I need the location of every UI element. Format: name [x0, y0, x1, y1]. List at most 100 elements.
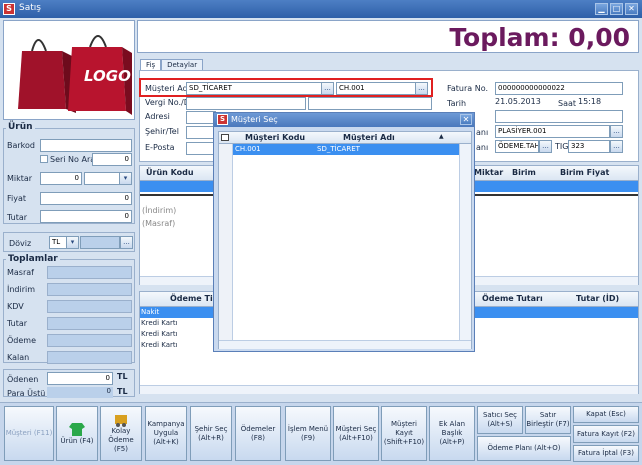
customer-register-button[interactable]: Müşteri Kayıt (Shift+F10): [381, 406, 427, 461]
column-amount-id[interactable]: Tutar (İD): [576, 294, 619, 303]
amount-label: Tutar: [7, 213, 28, 222]
chevron-down-icon[interactable]: ▾: [66, 236, 79, 249]
totals-label: Ödeme: [7, 336, 37, 345]
column-customer-code[interactable]: Müşteri Kodu: [245, 133, 305, 142]
tax-number-input[interactable]: [186, 97, 306, 110]
maximize-icon[interactable]: □: [610, 3, 623, 15]
customer-name-cell: SD_TİCARET: [317, 145, 360, 153]
address-input[interactable]: [186, 111, 216, 124]
easy-payment-button[interactable]: Kolay Ödeme (F5): [100, 406, 142, 461]
salesperson-input[interactable]: PLASİYER.001: [495, 125, 610, 138]
customer-list-header: Müşteri Kodu Müşteri Adı ▲: [219, 132, 471, 144]
merge-lines-button[interactable]: Satır Birleştir (F7): [525, 406, 571, 434]
product-group-title: Ürün: [6, 122, 35, 132]
horizontal-scrollbar[interactable]: [140, 385, 638, 394]
totals-label: Masraf: [7, 268, 34, 277]
paid-label: Ödenen: [7, 375, 39, 384]
vertical-scrollbar[interactable]: [459, 144, 471, 340]
dialog-title-bar: S Müşteri Seç ✕: [214, 113, 474, 127]
customer-list: Müşteri Kodu Müşteri Adı ▲ CH.001 SD_TİC…: [218, 131, 472, 349]
totals-value: [47, 351, 132, 364]
currency-rate-input[interactable]: [80, 236, 120, 249]
tax-office-input[interactable]: [308, 97, 432, 110]
select-all-icon[interactable]: [221, 134, 229, 141]
change-label: Para Üstü: [7, 389, 46, 398]
column-quantity[interactable]: Miktar: [474, 168, 503, 177]
serial-search-checkbox[interactable]: [40, 155, 48, 163]
barcode-input[interactable]: [40, 139, 132, 152]
paid-unit: TL: [117, 372, 128, 381]
dialog-close-icon[interactable]: ✕: [460, 114, 472, 125]
highlight-frame: [139, 78, 433, 97]
email-input[interactable]: [186, 142, 216, 155]
extra-field-button[interactable]: Ek Alan Başlık (Alt+P): [429, 406, 475, 461]
cart-icon: [115, 415, 127, 427]
tig-input[interactable]: 323: [568, 140, 610, 153]
discount-line: (İndirim): [142, 206, 177, 215]
window-title: Satış: [19, 3, 41, 13]
product-button[interactable]: Ürün (F4): [56, 406, 98, 461]
extra-input[interactable]: [495, 110, 623, 123]
payment-plan-label: anı: [476, 143, 489, 152]
tig-label: TIG: [555, 142, 569, 151]
shirt-icon: [69, 423, 85, 436]
amount-input[interactable]: 0: [40, 210, 132, 223]
close-button[interactable]: Kapat (Esc): [573, 406, 639, 423]
column-unit[interactable]: Birim: [512, 168, 536, 177]
cancel-invoice-button[interactable]: Fatura İptal (F3): [573, 445, 639, 462]
tig-lookup-button[interactable]: ...: [610, 140, 623, 153]
column-product-code[interactable]: Ürün Kodu: [146, 168, 194, 177]
price-input[interactable]: 0: [40, 192, 132, 205]
easy-payment-label: Kolay Ödeme (F5): [108, 427, 134, 453]
totals-value: [47, 283, 132, 296]
tab-fis[interactable]: Fiş: [140, 59, 162, 70]
quantity-input[interactable]: 0: [40, 172, 82, 185]
time-label: Saat: [558, 99, 577, 108]
payment-plan-button[interactable]: Ödeme Planı (Alt+O): [477, 436, 571, 461]
save-invoice-button[interactable]: Fatura Kayıt (F2): [573, 425, 639, 443]
total-bar: Toplam: 0,00: [137, 20, 639, 53]
totals-group-title: Toplamlar: [6, 254, 60, 264]
close-icon[interactable]: ✕: [625, 3, 638, 15]
product-button-label: Ürün (F4): [60, 437, 94, 445]
city-select-button[interactable]: Şehir Seç (Alt+R): [190, 406, 232, 461]
salesperson-lookup-button[interactable]: ...: [610, 125, 623, 138]
totals-value: [47, 334, 132, 347]
column-customer-name[interactable]: Müşteri Adı: [343, 133, 395, 142]
column-unit-price[interactable]: Birim Fiyat: [560, 168, 609, 177]
customer-row[interactable]: CH.001 SD_TİCARET: [233, 144, 459, 155]
barcode-label: Barkod: [7, 141, 35, 150]
city-phone-input[interactable]: [186, 126, 216, 139]
tab-detaylar[interactable]: Detaylar: [161, 59, 204, 70]
customer-select-dialog: S Müşteri Seç ✕ Müşteri Kodu Müşteri Adı…: [213, 112, 475, 352]
date-value[interactable]: 21.05.2013: [495, 97, 541, 106]
action-menu-button[interactable]: İşlem Menü (F9): [285, 406, 331, 461]
payment-plan-input[interactable]: ÖDEME.TAH.(: [495, 140, 539, 153]
minimize-icon[interactable]: ▁: [595, 3, 608, 15]
totals-label: Tutar: [7, 319, 28, 328]
customer-button[interactable]: Müşteri (F11): [4, 406, 54, 461]
invoice-number-label: Fatura No.: [447, 84, 488, 93]
email-label: E-Posta: [145, 143, 175, 152]
chevron-down-icon[interactable]: ▾: [119, 172, 132, 185]
paid-input[interactable]: 0: [47, 372, 113, 385]
serial-search-input[interactable]: 0: [92, 153, 132, 166]
invoice-number-input[interactable]: 000000000000022: [495, 82, 623, 95]
column-payment-amount[interactable]: Ödeme Tutarı: [482, 294, 543, 303]
payments-button[interactable]: Ödemeler (F8): [235, 406, 281, 461]
logo-panel: LOGO: [3, 20, 135, 120]
date-label: Tarih: [447, 99, 467, 108]
time-value[interactable]: 15:18: [578, 97, 601, 106]
app-icon: S: [3, 3, 15, 15]
campaign-button[interactable]: Kampanya Uygula (Alt+K): [145, 406, 187, 461]
totals-value: [47, 317, 132, 330]
row-indicator-column: [219, 144, 233, 340]
currency-lookup-button[interactable]: ...: [120, 236, 133, 249]
customer-select-button[interactable]: Müşteri Seç (Alt+F10): [333, 406, 379, 461]
totals-label: İndirim: [7, 285, 36, 294]
dialog-title: Müşteri Seç: [231, 115, 278, 124]
horizontal-scrollbar[interactable]: [219, 340, 471, 349]
payment-plan-lookup-button[interactable]: ...: [539, 140, 552, 153]
salesperson-select-button[interactable]: Satıcı Seç (Alt+S): [477, 406, 523, 434]
totals-value: [47, 266, 132, 279]
